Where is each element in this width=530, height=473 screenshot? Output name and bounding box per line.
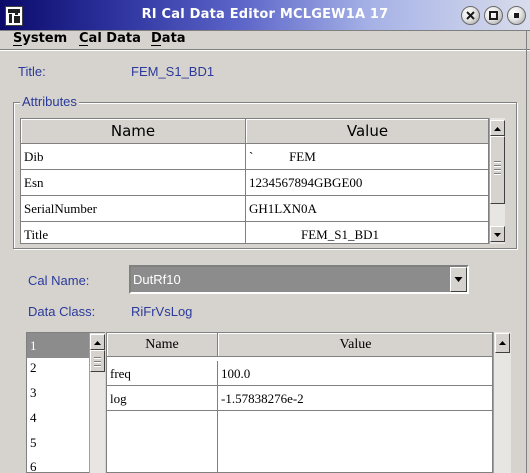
data-row-name[interactable] <box>107 411 218 472</box>
menu-cal-data-label: Cal Data <box>79 31 141 46</box>
data-class-value: RiFrVsLog <box>131 304 193 319</box>
scroll-up-button[interactable] <box>490 120 505 136</box>
list-item[interactable]: 5 <box>27 430 89 455</box>
triangle-down-icon <box>454 277 463 282</box>
column-header-name[interactable]: Name <box>107 333 218 357</box>
list-item[interactable]: 2 <box>27 355 89 380</box>
data-table[interactable]: Name Value freq 100.0 log -1.57838276e-2 <box>106 332 493 473</box>
attr-row-name[interactable]: Dib <box>21 144 246 170</box>
index-list[interactable]: 1 2 3 4 5 6 <box>27 333 89 473</box>
window-title: RI Cal Data Editor MCLGEW1A 17 <box>141 7 389 22</box>
close-button[interactable] <box>461 6 480 25</box>
arrow-up-icon <box>94 341 101 345</box>
arrow-up-icon <box>499 341 506 345</box>
cal-name-label: Cal Name: <box>28 273 90 288</box>
attr-row-name[interactable]: Esn <box>21 170 246 196</box>
maximize-icon <box>489 11 498 20</box>
attr-row-value[interactable]: FEM_S1_BD1 <box>246 222 488 243</box>
data-class-label: Data Class: <box>28 304 96 319</box>
scroll-up-button[interactable] <box>495 333 510 353</box>
close-icon <box>466 11 475 20</box>
data-row-value[interactable] <box>218 411 492 472</box>
attr-row-name[interactable]: SerialNumber <box>21 196 246 222</box>
attr-row-name[interactable]: Title <box>21 222 246 243</box>
scroll-down-button[interactable] <box>490 226 505 242</box>
list-item[interactable]: 3 <box>27 380 89 405</box>
data-table-scrollbar[interactable] <box>493 332 511 473</box>
menu-system-label: System <box>13 31 68 46</box>
arrow-up-icon <box>494 127 501 131</box>
maximize-button[interactable] <box>484 6 503 25</box>
menu-data[interactable]: Data <box>151 31 186 46</box>
list-item[interactable]: 6 <box>27 454 89 473</box>
list-item[interactable]: 4 <box>27 405 89 430</box>
menu-cal-data[interactable]: Cal Data <box>79 31 141 46</box>
scroll-up-button[interactable] <box>90 334 105 350</box>
minimize-icon <box>514 13 519 18</box>
cal-name-dropdown-button[interactable] <box>450 267 467 292</box>
menu-data-label: Data <box>151 31 186 46</box>
scroll-thumb[interactable] <box>90 350 105 372</box>
attr-row-value[interactable]: 1234567894GBGE00 <box>246 170 488 196</box>
data-row-value[interactable]: 100.0 <box>218 361 492 386</box>
cal-name-selected-value[interactable]: DutRf10 <box>131 267 450 292</box>
attr-row-value[interactable]: ` FEM <box>246 144 488 170</box>
attr-row-value[interactable]: GH1LXN0A <box>246 196 488 222</box>
column-header-value[interactable]: Value <box>218 333 492 357</box>
scroll-thumb[interactable] <box>490 136 505 204</box>
attributes-group-label: Attributes <box>20 94 79 109</box>
attributes-scrollbar[interactable] <box>489 118 505 244</box>
menu-separator <box>0 49 530 51</box>
data-row-name[interactable]: freq <box>107 361 218 386</box>
column-header-value[interactable]: Value <box>246 119 488 144</box>
attributes-table[interactable]: Name Value Dib ` FEM Esn 1234567894GBGE0… <box>20 118 489 244</box>
title-label: Title: <box>18 64 46 79</box>
window-border <box>526 31 530 473</box>
index-list-scrollbar[interactable] <box>89 333 105 473</box>
arrow-down-icon <box>494 233 501 237</box>
title-value: FEM_S1_BD1 <box>131 64 215 79</box>
menu-system[interactable]: System <box>13 31 67 46</box>
column-header-name[interactable]: Name <box>21 119 246 144</box>
data-row-value[interactable]: -1.57838276e-2 <box>218 386 492 411</box>
minimize-button[interactable] <box>507 6 526 25</box>
data-row-name[interactable]: log <box>107 386 218 411</box>
